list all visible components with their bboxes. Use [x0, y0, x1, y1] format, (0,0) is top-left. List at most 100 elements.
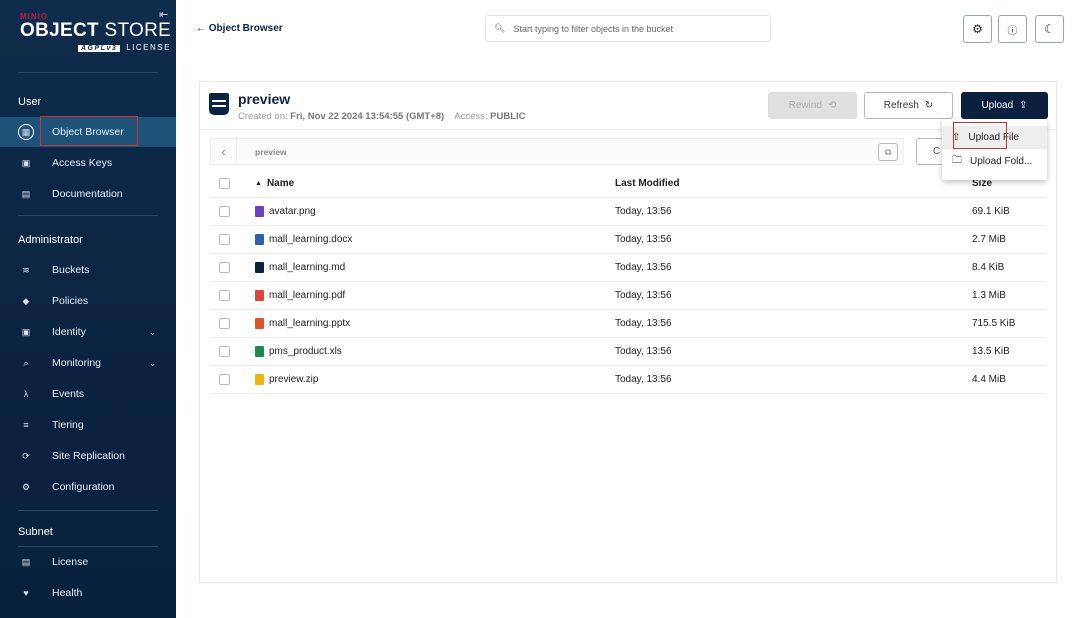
- last-modified: Today, 13:56: [615, 346, 672, 357]
- table-row[interactable]: mall_learning.md Today, 13:56 8.4 KiB: [210, 254, 1046, 282]
- sidebar-item-label: Policies: [52, 295, 88, 307]
- rewind-button[interactable]: Rewind⟲: [768, 92, 857, 119]
- file-size: 1.3 MiB: [972, 290, 1006, 301]
- policies-icon: ◆: [18, 296, 34, 307]
- help-button[interactable]: ⓘ: [998, 15, 1027, 43]
- table-row[interactable]: mall_learning.pdf Today, 13:56 1.3 MiB: [210, 282, 1046, 310]
- select-all-checkbox[interactable]: [219, 178, 230, 189]
- sidebar-item-label: Monitoring: [52, 357, 101, 369]
- file-name[interactable]: avatar.png: [269, 206, 316, 217]
- table-row[interactable]: avatar.png Today, 13:56 69.1 KiB: [210, 198, 1046, 226]
- divider: [18, 546, 158, 547]
- sidebar-item-monitoring[interactable]: ⌕Monitoring⌄: [0, 348, 176, 378]
- section-subnet: Subnet: [18, 526, 53, 538]
- table-header: ▲Name Last Modified Size: [210, 170, 1046, 198]
- bucket-panel: preview Created on: Fri, Nov 22 2024 13:…: [199, 81, 1057, 583]
- file-name[interactable]: mall_learning.md: [269, 262, 345, 273]
- upload-button[interactable]: Upload⇪: [961, 92, 1048, 119]
- bucket-name: preview: [238, 91, 290, 107]
- sidebar-item-label: Site Replication: [52, 450, 125, 462]
- file-name[interactable]: mall_learning.pdf: [269, 290, 345, 301]
- modified-header[interactable]: Last Modified: [615, 178, 679, 189]
- lambda-icon: λ: [18, 389, 34, 399]
- file-icon: [255, 206, 264, 217]
- sidebar-item-tiering[interactable]: ≡ Tiering: [0, 410, 176, 440]
- buckets-icon: ≋: [18, 265, 34, 276]
- license-badge: AGPLv3: [78, 45, 120, 52]
- row-checkbox[interactable]: [219, 346, 230, 357]
- row-checkbox[interactable]: [219, 374, 230, 385]
- breadcrumb: ‹ preview: [210, 138, 904, 165]
- section-admin: Administrator: [18, 234, 83, 246]
- sidebar-item-label: License: [52, 556, 88, 568]
- row-checkbox[interactable]: [219, 262, 230, 273]
- help-icon: ⓘ: [1008, 22, 1018, 37]
- sidebar-item-buckets[interactable]: ≋Buckets: [0, 255, 176, 285]
- table-row[interactable]: pms_product.xls Today, 13:56 13.5 KiB: [210, 338, 1046, 366]
- row-checkbox[interactable]: [219, 318, 230, 329]
- tiering-icon: ≡: [18, 420, 34, 430]
- settings-button[interactable]: ⚙: [963, 15, 992, 43]
- last-modified: Today, 13:56: [615, 206, 672, 217]
- file-size: 4.4 MiB: [972, 374, 1006, 385]
- name-header[interactable]: ▲Name: [255, 178, 294, 189]
- refresh-button[interactable]: Refresh↻: [864, 92, 953, 119]
- sidebar-item-documentation[interactable]: ▤Documentation: [0, 179, 176, 209]
- product-light: STORE: [104, 20, 171, 41]
- sidebar-item-label: Health: [52, 587, 82, 599]
- table-row[interactable]: mall_learning.pptx Today, 13:56 715.5 Ki…: [210, 310, 1046, 338]
- upload-folder-item[interactable]: 🗀Upload Fold...: [942, 150, 1047, 173]
- last-modified: Today, 13:56: [615, 374, 672, 385]
- copy-path-button[interactable]: ⧉: [878, 143, 898, 161]
- divider: [18, 510, 158, 511]
- sidebar-item-identity[interactable]: ▣Identity⌄: [0, 317, 176, 347]
- file-icon: [255, 290, 264, 301]
- bucket-meta: Created on: Fri, Nov 22 2024 13:54:55 (G…: [238, 111, 526, 122]
- minio-logo: MINIO OBJECT STORE AGPLv3LICENSE: [20, 12, 171, 52]
- file-size: 13.5 KiB: [972, 346, 1010, 357]
- row-checkbox[interactable]: [219, 290, 230, 301]
- sidebar: MINIO OBJECT STORE AGPLv3LICENSE ⇤ User …: [0, 0, 176, 618]
- table-row[interactable]: preview.zip Today, 13:56 4.4 MiB: [210, 366, 1046, 394]
- back-label: Object Browser: [209, 23, 283, 34]
- row-checkbox[interactable]: [219, 206, 230, 217]
- table-row[interactable]: mall_learning.docx Today, 13:56 2.7 MiB: [210, 226, 1046, 254]
- sidebar-item-configuration[interactable]: ⚙Configuration: [0, 472, 176, 502]
- file-name[interactable]: preview.zip: [269, 374, 318, 385]
- health-icon: ♥: [18, 588, 34, 598]
- sidebar-item-events[interactable]: λ Events: [0, 379, 176, 409]
- sidebar-item-license[interactable]: ▤ License: [0, 547, 176, 577]
- file-name[interactable]: mall_learning.pptx: [269, 318, 350, 329]
- file-icon: [255, 346, 264, 357]
- license-icon: ▤: [18, 557, 34, 568]
- back-chevron-icon[interactable]: ‹: [211, 139, 237, 164]
- sidebar-item-access-keys[interactable]: ▣Access Keys: [0, 148, 176, 178]
- divider: [18, 215, 158, 216]
- sidebar-item-policies[interactable]: ◆ Policies: [0, 286, 176, 316]
- sidebar-item-label: Events: [52, 388, 84, 400]
- collapse-sidebar-icon[interactable]: ⇤: [159, 8, 168, 21]
- back-to-object-browser[interactable]: ← Object Browser: [196, 23, 283, 34]
- dark-mode-button[interactable]: ☾: [1035, 15, 1064, 43]
- chevron-down-icon: ⌄: [149, 359, 156, 368]
- row-checkbox[interactable]: [219, 234, 230, 245]
- documentation-icon: ▤: [18, 189, 34, 200]
- breadcrumb-item[interactable]: preview: [255, 147, 287, 157]
- last-modified: Today, 13:56: [615, 318, 672, 329]
- file-name[interactable]: mall_learning.docx: [269, 234, 352, 245]
- file-name[interactable]: pms_product.xls: [269, 346, 342, 357]
- license-text: LICENSE: [126, 43, 171, 52]
- access-keys-icon: ▣: [18, 158, 34, 169]
- last-modified: Today, 13:56: [615, 290, 672, 301]
- sidebar-item-site-replication[interactable]: ⟳ Site Replication: [0, 441, 176, 471]
- product-bold: OBJECT: [20, 20, 99, 41]
- search-input[interactable]: 🔍︎Start typing to filter objects in the …: [485, 15, 771, 42]
- file-icon: [255, 262, 264, 273]
- sidebar-item-label: Tiering: [52, 419, 84, 431]
- file-size: 69.1 KiB: [972, 206, 1010, 217]
- divider: [18, 72, 158, 73]
- section-user: User: [18, 96, 41, 108]
- sidebar-item-health[interactable]: ♥ Health: [0, 578, 176, 608]
- replication-icon: ⟳: [18, 451, 34, 462]
- chevron-down-icon: ⌄: [149, 328, 156, 337]
